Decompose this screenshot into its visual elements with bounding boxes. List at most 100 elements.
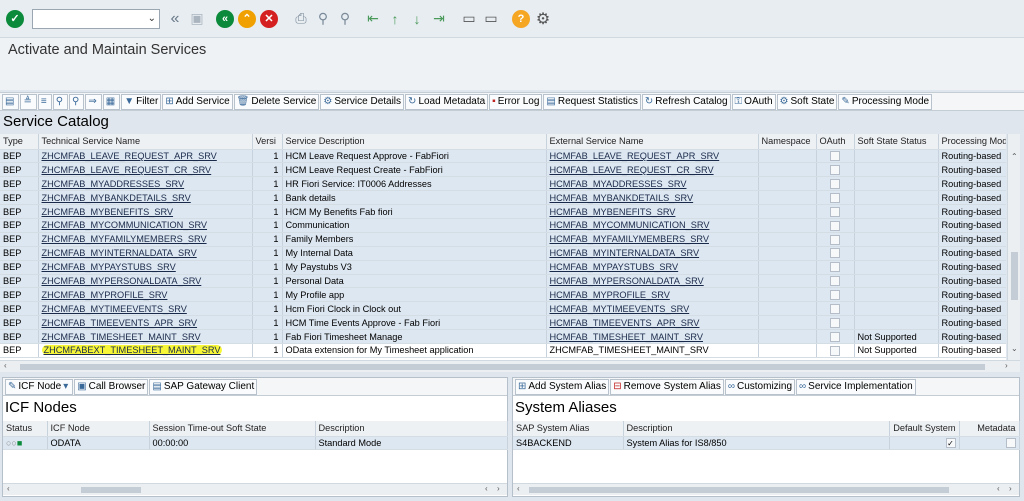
table-row[interactable]: BEP ZHCMFABEXT_TIMESHEET_MAINT_SRV 1 OData … <box>0 343 1006 358</box>
scroll-right-icon[interactable]: › <box>1009 484 1012 493</box>
back-icon[interactable]: « <box>216 9 234 28</box>
column-header[interactable]: Versi <box>252 134 283 150</box>
oauth-checkbox[interactable] <box>830 220 840 231</box>
oauth-checkbox[interactable] <box>830 262 840 273</box>
technical-service-name[interactable]: ZHCMFAB_MYBANKDETAILS_SRV <box>42 193 191 203</box>
technical-service-name[interactable]: ZHCMFAB_MYFAMILYMEMBERS_SRV <box>42 234 207 244</box>
oauth-checkbox[interactable] <box>830 290 840 301</box>
technical-service-name[interactable]: ZHCMFAB_MYTIMEEVENTS_SRV <box>42 304 187 314</box>
table-row[interactable]: ○○■ ODATA 00:00:00 Standard Mode <box>3 436 508 451</box>
enter-check-icon[interactable]: ✓ <box>6 9 24 28</box>
oauth-checkbox[interactable] <box>830 179 840 189</box>
cancel-icon[interactable]: ✕ <box>260 9 278 28</box>
table-row[interactable]: BEP ZHCMFAB_TIMESHEET_MAINT_SRV 1 Fab Fiori… <box>0 329 1006 344</box>
double-left-icon[interactable]: « <box>166 10 184 28</box>
table-row[interactable]: S4BACKEND System Alias for IS8/850 ✓ <box>513 436 1020 451</box>
column-header[interactable]: External Service Name <box>546 134 759 150</box>
column-header[interactable]: Soft State Status <box>854 134 939 150</box>
table-row[interactable]: BEP ZHCMFAB_MYINTERNALDATA_SRV 1 My Interna… <box>0 246 1006 261</box>
find-next-icon[interactable]: ⚲ <box>69 93 85 110</box>
oauth-checkbox[interactable] <box>830 248 840 259</box>
icf-horizontal-scrollbar[interactable]: ‹ ‹ › <box>3 483 507 495</box>
sort-descending-icon[interactable]: ≡ <box>37 93 52 110</box>
alias-horizontal-scrollbar[interactable]: ‹ ‹ › <box>513 483 1019 495</box>
column-header[interactable]: Description <box>315 421 508 437</box>
print-icon[interactable]: ⎙ <box>292 10 310 28</box>
technical-service-name[interactable]: ZHCMFAB_MYCOMMUNICATION_SRV <box>42 220 208 230</box>
find-icon[interactable]: ⚲ <box>52 93 69 110</box>
service-details-button[interactable]: ⚙ Service Details <box>320 93 405 110</box>
oauth-checkbox[interactable] <box>830 317 840 328</box>
scroll-left-icon[interactable]: ‹ <box>517 484 520 493</box>
scroll-left-icon[interactable]: ‹ <box>4 361 7 370</box>
command-field[interactable]: ⌄ <box>32 8 160 29</box>
find-icon[interactable]: ⚲ <box>314 10 332 28</box>
table-row[interactable]: BEP ZHCMFAB_LEAVE_REQUEST_APR_SRV 1 HCM Lea… <box>0 149 1006 164</box>
scroll-thumb[interactable] <box>1011 252 1018 300</box>
load-metadata-button[interactable]: ↻ Load Metadata <box>405 93 489 110</box>
column-header[interactable]: Technical Service Name <box>38 134 253 150</box>
technical-service-name[interactable]: ZHCMFAB_TIMESHEET_MAINT_SRV <box>42 332 201 342</box>
column-header[interactable]: Default System <box>889 421 960 437</box>
details-icon[interactable]: ▤ <box>2 93 20 110</box>
oauth-checkbox[interactable] <box>830 234 840 245</box>
oauth-checkbox[interactable] <box>830 151 840 162</box>
technical-service-name[interactable]: ZHCMFAB_MYPERSONALDATA_SRV <box>42 276 202 286</box>
previous-page-icon[interactable]: ↑ <box>386 10 404 28</box>
refresh-catalog-button[interactable]: ↻ Refresh Catalog <box>641 93 731 110</box>
oauth-checkbox[interactable] <box>830 192 840 203</box>
technical-service-name[interactable]: ZHCMFAB_LEAVE_REQUEST_APR_SRV <box>42 151 217 161</box>
column-header[interactable]: OAuth <box>816 134 855 150</box>
column-header[interactable]: Namespace <box>758 134 817 150</box>
table-row[interactable]: BEP ZHCMFAB_MYADDRESSES_SRV 1 HR Fiori Serv… <box>0 176 1006 192</box>
oauth-checkbox[interactable] <box>830 206 840 217</box>
catalog-horizontal-scrollbar[interactable]: ‹ › <box>0 360 1020 372</box>
add-system-alias-button[interactable]: ⊞ Add System Alias <box>515 378 610 395</box>
scroll-left-icon[interactable]: ‹ <box>7 484 10 493</box>
table-row[interactable]: BEP ZHCMFAB_MYPERSONALDATA_SRV 1 Personal D… <box>0 274 1006 289</box>
column-header[interactable]: Description <box>623 421 890 437</box>
table-row[interactable]: BEP ZHCMFAB_MYBENEFITS_SRV 1 HCM My Benefit… <box>0 204 1006 219</box>
error-log-button[interactable]: ▪ Error Log <box>489 93 543 110</box>
oauth-checkbox[interactable] <box>830 276 840 287</box>
technical-service-name[interactable]: ZHCMFAB_LEAVE_REQUEST_CR_SRV <box>42 165 212 175</box>
exit-icon[interactable]: ⌃ <box>238 9 256 28</box>
settings-gear-icon[interactable]: ⚙ <box>534 10 552 28</box>
oauth-checkbox[interactable] <box>830 304 840 315</box>
next-page-icon[interactable]: ↓ <box>408 10 426 28</box>
table-row[interactable]: BEP ZHCMFAB_MYBANKDETAILS_SRV 1 Bank detail… <box>0 190 1006 206</box>
customizing-button[interactable]: ∞ Customizing <box>724 378 796 395</box>
technical-service-name[interactable]: ZHCMFAB_MYPAYSTUBS_SRV <box>42 262 176 272</box>
icf-node-button[interactable]: ✎ ICF Node ▾ <box>5 378 74 395</box>
last-page-icon[interactable]: ⇥ <box>430 10 448 28</box>
scroll-thumb[interactable] <box>81 487 141 493</box>
column-header[interactable]: Type <box>0 134 39 150</box>
column-header[interactable]: Session Time-out Soft State <box>149 421 316 437</box>
service-implementation-button[interactable]: ∞ Service Implementation <box>796 378 916 395</box>
scroll-left-icon[interactable]: ‹ <box>997 484 1000 493</box>
add-service-button[interactable]: ⊞ Add Service <box>162 93 233 110</box>
technical-service-name[interactable]: ZHCMFABEXT_TIMESHEET_MAINT_SRV <box>41 345 223 356</box>
layout-icon[interactable]: ▦ <box>102 93 121 110</box>
oauth-checkbox[interactable] <box>830 345 840 356</box>
save-icon[interactable]: ▣ <box>188 10 206 28</box>
help-icon[interactable]: ? <box>512 9 530 28</box>
sap-gateway-client-button[interactable]: ▤ SAP Gateway Client <box>149 378 258 395</box>
remove-system-alias-button[interactable]: ⊟ Remove System Alias <box>610 378 724 395</box>
metadata-checkbox[interactable] <box>1005 438 1016 449</box>
chevron-down-icon[interactable]: ⌄ <box>148 13 156 24</box>
column-header[interactable]: Processing Mod <box>938 134 1006 150</box>
scroll-right-icon[interactable]: › <box>1005 361 1008 370</box>
column-header[interactable]: Metadata <box>959 421 1020 437</box>
oauth-button[interactable]: ⚿ OAuth <box>731 93 776 110</box>
technical-service-name[interactable]: ZHCMFAB_MYBENEFITS_SRV <box>42 207 174 217</box>
table-row[interactable]: BEP ZHCMFAB_MYTIMEEVENTS_SRV 1 Hcm Fiori Cl… <box>0 301 1006 317</box>
technical-service-name[interactable]: ZHCMFAB_MYADDRESSES_SRV <box>42 179 185 189</box>
column-header[interactable]: SAP System Alias <box>513 421 624 437</box>
technical-service-name[interactable]: ZHCMFAB_MYINTERNALDATA_SRV <box>42 248 197 258</box>
column-header[interactable]: Service Description <box>282 134 547 150</box>
table-row[interactable]: BEP ZHCMFAB_LEAVE_REQUEST_CR_SRV 1 HCM Leav… <box>0 162 1006 178</box>
scroll-thumb[interactable] <box>20 364 985 370</box>
delete-service-button[interactable]: 🗑 Delete Service <box>233 93 320 110</box>
oauth-checkbox[interactable] <box>830 331 840 342</box>
